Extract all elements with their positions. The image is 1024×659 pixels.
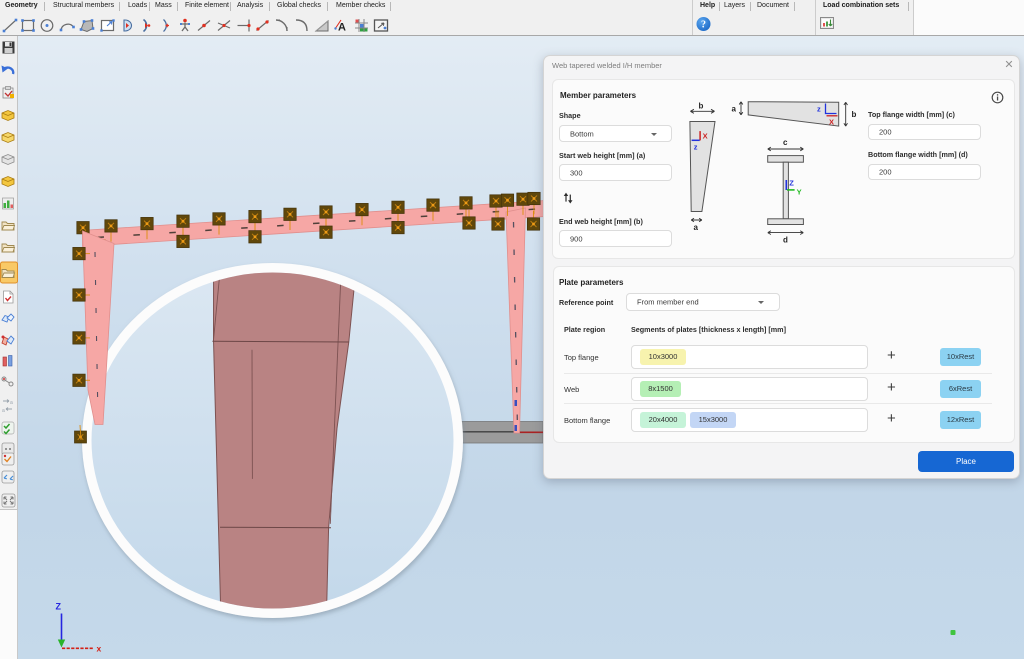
svg-text:Z: Z: [789, 179, 794, 188]
svg-text:z: z: [817, 105, 821, 114]
svg-text:z: z: [694, 143, 698, 152]
svg-text:b: b: [852, 110, 857, 119]
svg-text:b: b: [699, 102, 704, 111]
svg-text:d: d: [783, 236, 788, 245]
svg-text:Y: Y: [797, 188, 802, 197]
svg-text:X: X: [703, 132, 708, 141]
svg-text:a: a: [10, 400, 13, 406]
svg-text:a: a: [732, 105, 737, 114]
svg-text:a: a: [2, 408, 5, 414]
svg-text:c: c: [783, 138, 788, 147]
svg-text:X: X: [829, 118, 834, 127]
svg-text:Z: Z: [56, 602, 62, 612]
svg-text:x: x: [97, 644, 102, 654]
svg-text:a: a: [694, 223, 699, 232]
svg-text:?: ?: [701, 20, 706, 31]
